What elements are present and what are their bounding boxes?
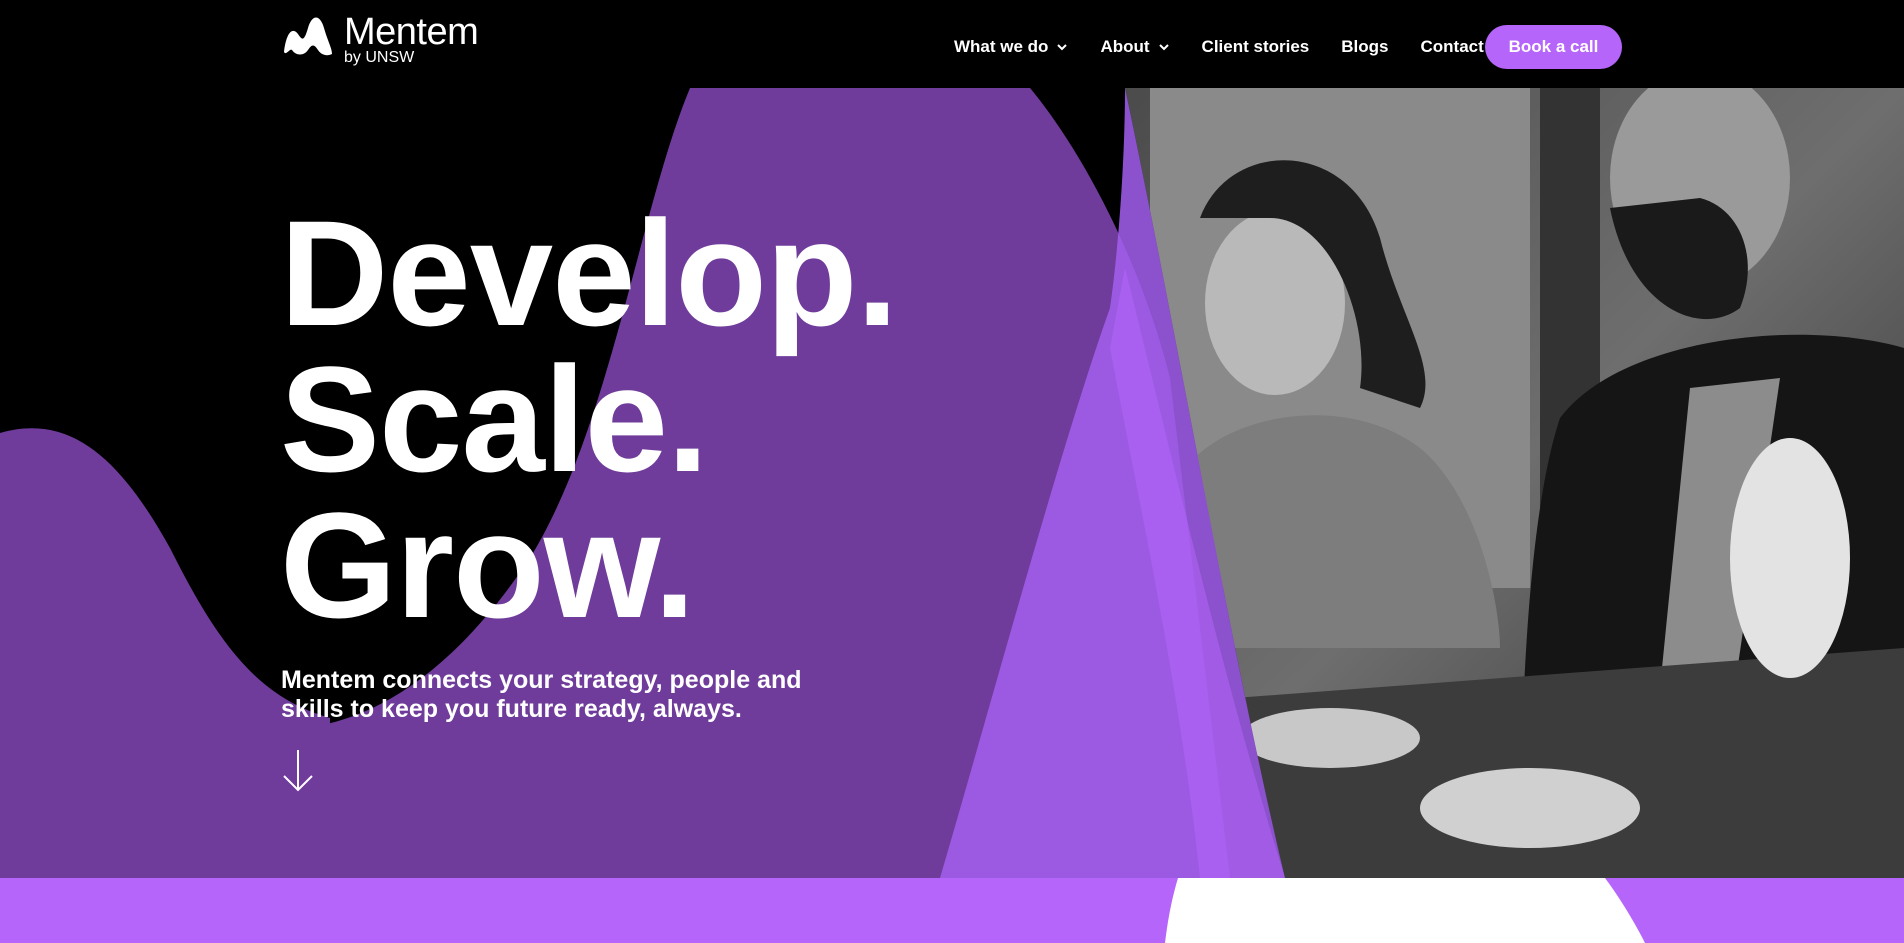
hero-section: Develop. Scale. Grow. Mentem connects yo… xyxy=(0,88,1904,878)
headline-line: Develop. xyxy=(280,189,898,357)
book-a-call-button[interactable]: Book a call xyxy=(1485,25,1622,69)
nav-label: Client stories xyxy=(1201,37,1310,56)
mentem-logo-icon xyxy=(284,17,332,56)
nav-label: Blogs xyxy=(1341,37,1389,56)
site-header: Mentem by UNSW What we do About Client s… xyxy=(0,0,1904,88)
mentem-logo[interactable]: Mentem by UNSW xyxy=(282,11,479,66)
main-nav: What we do About Client stories Blogs Co… xyxy=(954,24,1904,70)
nav-label: Contact xyxy=(1420,37,1484,56)
nav-about[interactable]: About xyxy=(1100,37,1169,57)
nav-label: What we do xyxy=(954,37,1049,56)
arrow-down-icon[interactable] xyxy=(281,748,315,794)
nav-contact[interactable]: Contact xyxy=(1420,37,1483,57)
headline-line: Scale. xyxy=(280,335,709,503)
chevron-down-icon xyxy=(1057,44,1068,51)
nav-label: About xyxy=(1100,37,1150,56)
logo-name: Mentem xyxy=(344,11,479,53)
hero-headline: Develop. Scale. Grow. xyxy=(280,189,898,649)
band-shape xyxy=(1165,878,1645,943)
nav-what-we-do[interactable]: What we do xyxy=(954,37,1068,57)
headline-line: Grow. xyxy=(280,481,695,649)
nav-blogs[interactable]: Blogs xyxy=(1341,37,1388,57)
nav-client-stories[interactable]: Client stories xyxy=(1202,37,1310,57)
hero-subtext: Mentem connects your strategy, people an… xyxy=(281,666,802,723)
chevron-down-icon xyxy=(1158,44,1169,51)
next-section-band xyxy=(0,878,1904,943)
